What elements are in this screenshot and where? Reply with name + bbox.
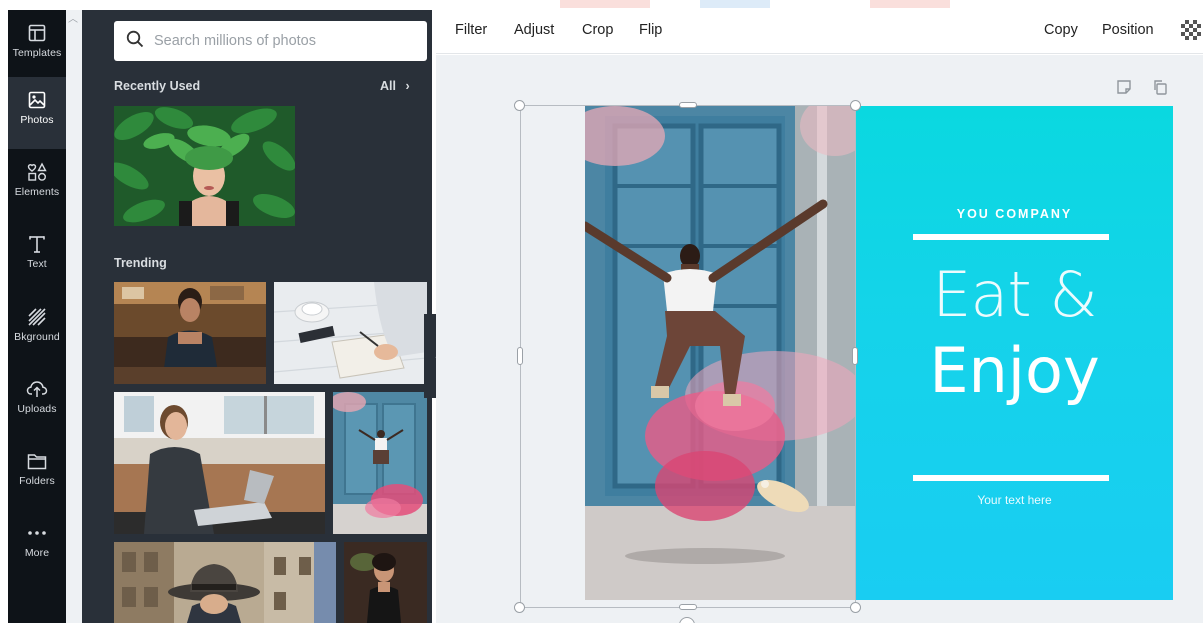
- sidebar-item-uploads[interactable]: Uploads: [8, 366, 66, 438]
- headline-line-2[interactable]: Enjoy: [856, 334, 1173, 407]
- search-box[interactable]: [114, 21, 427, 61]
- resize-handle-bottom[interactable]: [679, 604, 697, 610]
- tagline-text[interactable]: Your text here: [856, 493, 1173, 507]
- watermark-fragment: [870, 0, 950, 8]
- trending-heading: Trending: [114, 256, 167, 270]
- headline-line-1[interactable]: Eat &: [856, 258, 1173, 331]
- text-icon: [26, 233, 48, 255]
- photos-panel: Recently Used All ›: [82, 10, 432, 623]
- recently-used-heading: Recently Used: [114, 79, 201, 93]
- design-page: YOU COMPANY Eat & Enjoy Your text here: [585, 106, 1173, 600]
- sidebar-item-label: Uploads: [17, 403, 57, 415]
- sidebar-item-label: More: [24, 547, 50, 559]
- see-all-label: All: [380, 79, 396, 93]
- sidebar-item-elements[interactable]: Elements: [8, 149, 66, 221]
- sidebar-item-folders[interactable]: Folders: [8, 438, 66, 510]
- trending-photo-skater[interactable]: [333, 392, 427, 534]
- company-name-text[interactable]: YOU COMPANY: [856, 207, 1173, 221]
- add-note-icon[interactable]: [1116, 79, 1132, 100]
- sidebar-item-label: Folders: [19, 475, 55, 487]
- resize-handle-top-right[interactable]: [850, 100, 861, 111]
- elements-icon: [26, 161, 48, 183]
- resize-handle-top-left[interactable]: [514, 100, 525, 111]
- trending-photo-writing-notebook[interactable]: [274, 282, 427, 384]
- copy-button[interactable]: Copy: [1044, 22, 1078, 38]
- sidebar-item-photos[interactable]: Photos: [8, 77, 66, 149]
- flip-button[interactable]: Flip: [639, 22, 662, 38]
- photos-icon: [26, 89, 48, 111]
- watermark-fragment: [700, 0, 770, 8]
- crop-button[interactable]: Crop: [582, 22, 613, 38]
- bottom-divider: [913, 475, 1109, 481]
- scroll-up-icon[interactable]: ︿: [68, 10, 78, 25]
- editor-app: Templates Photos Elements Text Bkground: [0, 0, 1203, 623]
- resize-handle-left[interactable]: [517, 347, 523, 365]
- sidebar-item-label: Bkground: [14, 331, 60, 343]
- search-input[interactable]: [154, 33, 404, 49]
- sidebar-item-background[interactable]: Bkground: [8, 294, 66, 366]
- resize-handle-bottom-right[interactable]: [850, 602, 861, 613]
- trending-photo-man-hat[interactable]: [114, 542, 336, 623]
- trending-photo-woman-laptop[interactable]: [114, 392, 325, 534]
- resize-handle-right[interactable]: [852, 347, 858, 365]
- selected-photo-skater[interactable]: [585, 106, 856, 600]
- uploads-icon: [26, 378, 48, 400]
- background-icon: [26, 306, 48, 328]
- sidebar-item-label: Text: [27, 258, 47, 270]
- transparency-icon[interactable]: [1181, 20, 1201, 40]
- sidebar-item-label: Templates: [12, 47, 62, 59]
- resize-handle-top[interactable]: [679, 102, 697, 108]
- panel-scrollbar[interactable]: [66, 10, 82, 623]
- text-panel[interactable]: YOU COMPANY Eat & Enjoy Your text here: [856, 106, 1173, 600]
- position-button[interactable]: Position: [1102, 22, 1154, 38]
- search-icon: [126, 30, 144, 53]
- see-all-link[interactable]: All ›: [380, 79, 410, 93]
- trending-photo-woman-dark[interactable]: [344, 542, 427, 623]
- folders-icon: [26, 450, 48, 472]
- top-divider: [913, 234, 1109, 240]
- sidebar-item-label: Elements: [14, 186, 60, 198]
- sidebar-item-text[interactable]: Text: [8, 221, 66, 293]
- watermark-fragment: [560, 0, 650, 8]
- chevron-right-icon: ›: [405, 79, 410, 93]
- adjust-button[interactable]: Adjust: [514, 22, 554, 38]
- duplicate-page-icon[interactable]: [1152, 79, 1168, 100]
- sidebar-item-more[interactable]: More: [8, 510, 66, 582]
- sidebar-item-templates[interactable]: Templates: [8, 10, 66, 82]
- more-icon: [26, 522, 48, 544]
- sidebar-item-label: Photos: [20, 114, 54, 126]
- left-sidebar: Templates Photos Elements Text Bkground: [8, 10, 66, 623]
- trending-photo-man-cafe[interactable]: [114, 282, 266, 384]
- resize-handle-bottom-left[interactable]: [514, 602, 525, 613]
- recent-photo-leaves-woman[interactable]: [114, 106, 295, 226]
- templates-icon: [26, 22, 48, 44]
- image-toolbar: Filter Adjust Crop Flip Copy Position: [436, 10, 1203, 54]
- filter-button[interactable]: Filter: [455, 22, 487, 38]
